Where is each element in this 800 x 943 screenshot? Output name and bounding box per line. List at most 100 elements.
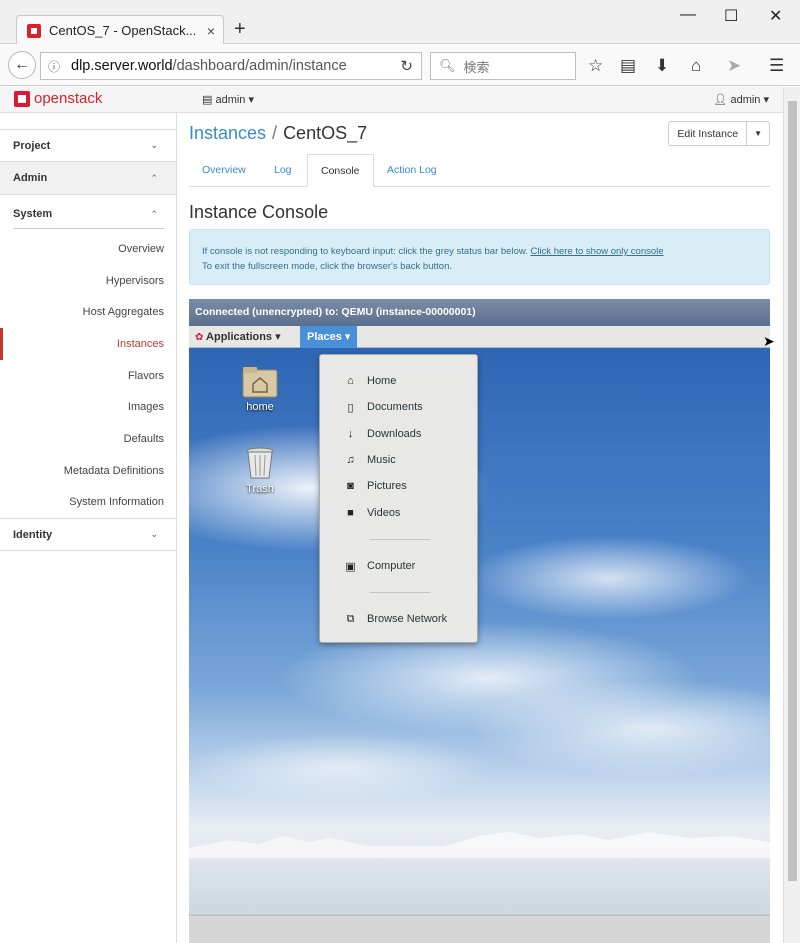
sidebar-item-images[interactable]: Images	[0, 391, 176, 423]
gnome-top-panel: ✿ Applications ▾ Places ▾	[189, 326, 770, 348]
show-only-console-link[interactable]: Click here to show only console	[530, 246, 663, 257]
home-icon: ⌂	[347, 375, 354, 387]
sidebar-section-label: Admin	[13, 172, 48, 184]
send-icon[interactable]: ➤	[727, 56, 741, 76]
menu-item-pictures[interactable]: ◙ Pictures	[344, 476, 407, 496]
browser-tab[interactable]: CentOS_7 - OpenStack... ×	[16, 15, 224, 45]
sidebar-section-project[interactable]: Project ⌄	[0, 129, 176, 162]
sidebar-item-system-information[interactable]: System Information	[0, 487, 176, 519]
desktop-home-icon[interactable]: home	[230, 366, 290, 413]
openstack-logo-text: openstack	[34, 90, 103, 107]
page-scrollbar[interactable]	[783, 87, 800, 943]
sidebar-item-metadata-definitions[interactable]: Metadata Definitions	[0, 455, 176, 487]
console-status-bar[interactable]: Connected (unencrypted) to: QEMU (instan…	[189, 299, 770, 326]
url-host: dlp.server.world	[71, 58, 173, 74]
sidebar-item-overview[interactable]: Overview	[0, 233, 176, 265]
tab-overview[interactable]: Overview	[202, 154, 246, 187]
browser-titlebar: CentOS_7 - OpenStack... × + — ☐ ✕	[0, 0, 800, 45]
breadcrumb-instances-link[interactable]: Instances	[189, 123, 266, 143]
home-icon[interactable]: ⌂	[691, 56, 701, 76]
sidebar-item-defaults[interactable]: Defaults	[0, 423, 176, 455]
sidebar-section-label: Project	[13, 139, 51, 152]
caret-down-icon[interactable]: ▼	[746, 122, 769, 145]
search-box[interactable]: 🔍︎ 検索	[430, 52, 576, 80]
tab-action-log[interactable]: Action Log	[387, 154, 437, 187]
menu-separator	[370, 592, 430, 593]
url-bar[interactable]: ⓘ dlp.server.world/dashboard/admin/insta…	[40, 52, 422, 80]
tab-close-icon[interactable]: ×	[207, 23, 215, 39]
url-text[interactable]: dlp.server.world/dashboard/admin/instanc…	[71, 58, 365, 74]
sidebar-item-hypervisors[interactable]: Hypervisors	[0, 265, 176, 297]
download-icon[interactable]: ⬇	[655, 56, 669, 76]
chevron-down-icon: ⌄	[150, 140, 158, 150]
project-selector-label: admin ▾	[215, 94, 254, 106]
menu-hamburger-icon[interactable]: ☰	[769, 56, 784, 76]
menu-item-label: Downloads	[367, 428, 422, 440]
sidebar-group-system[interactable]: System ⌃	[0, 195, 176, 233]
sidebar-item-host-aggregates[interactable]: Host Aggregates	[0, 296, 176, 328]
openstack-header: openstack ▤ admin ▾ 👤︎ admin ▾	[0, 87, 783, 113]
mountains-image	[189, 832, 770, 858]
gnome-foot-icon: ✿	[195, 332, 204, 343]
menu-item-computer[interactable]: ▣ Computer	[344, 556, 415, 576]
sidebar: Project ⌄ Admin ⌃ System ⌃ Overview Hype…	[0, 113, 177, 943]
openstack-logo-icon	[14, 90, 30, 107]
chevron-down-icon: ⌄	[150, 529, 158, 540]
browser-navbar: ← ⓘ dlp.server.world/dashboard/admin/ins…	[0, 44, 800, 86]
breadcrumb-separator: /	[272, 123, 278, 143]
menu-item-label: Computer	[367, 560, 416, 572]
maximize-icon[interactable]: ☐	[724, 6, 738, 26]
close-window-icon[interactable]: ✕	[769, 6, 782, 26]
guest-desktop[interactable]: home Trash	[189, 348, 770, 914]
console-info-alert: If console is not responding to keyboard…	[189, 229, 770, 285]
folder-icon	[242, 367, 278, 398]
sidebar-section-label: Identity	[13, 528, 53, 541]
desktop-icon-label: Trash	[246, 483, 274, 495]
applications-menu[interactable]: ✿ Applications ▾	[195, 326, 281, 348]
download-icon: ↓	[347, 428, 354, 440]
menu-item-music[interactable]: ♫ Music	[344, 450, 396, 470]
openstack-logo[interactable]: openstack	[14, 90, 102, 107]
desktop-trash-icon[interactable]: Trash	[230, 446, 290, 495]
breadcrumb: Instances / CentOS_7	[189, 123, 367, 144]
computer-icon: ▣	[345, 560, 356, 573]
sidebar-item-flavors[interactable]: Flavors	[0, 360, 176, 392]
page-title: CentOS_7	[283, 123, 368, 143]
trash-icon	[246, 447, 274, 479]
scrollbar-thumb[interactable]	[788, 101, 797, 881]
info-icon[interactable]: ⓘ	[45, 58, 63, 75]
user-menu[interactable]: 👤︎ admin ▾	[713, 93, 769, 106]
menu-item-home[interactable]: ⌂ Home	[344, 371, 396, 391]
menu-item-browse-network[interactable]: ⧉ Browse Network	[344, 609, 448, 629]
edit-instance-button[interactable]: Edit Instance	[669, 128, 746, 140]
menu-item-label: Browse Network	[367, 613, 448, 625]
instance-tabs: Overview Log Console Action Log	[189, 154, 770, 187]
openstack-favicon-icon	[27, 23, 41, 38]
menu-item-downloads[interactable]: ↓ Downloads	[344, 424, 422, 444]
menu-item-label: Music	[367, 454, 396, 466]
project-selector[interactable]: ▤ admin ▾	[202, 93, 254, 106]
minimize-icon[interactable]: —	[680, 6, 696, 24]
bookmark-star-icon[interactable]: ☆	[588, 56, 603, 76]
tab-console[interactable]: Console	[307, 154, 374, 187]
sidebar-item-instances[interactable]: Instances	[0, 328, 176, 360]
menu-item-documents[interactable]: ▯ Documents	[344, 397, 422, 417]
search-placeholder: 検索	[463, 59, 490, 75]
reload-icon[interactable]: ↻	[400, 57, 413, 75]
back-arrow-icon[interactable]: ←	[8, 51, 36, 79]
network-icon: ⧉	[346, 612, 355, 625]
new-tab-button[interactable]: +	[234, 18, 246, 41]
chevron-up-icon: ⌃	[150, 172, 158, 183]
edit-instance-button-group: Edit Instance ▼	[668, 121, 770, 146]
sidebar-section-admin[interactable]: Admin ⌃	[0, 162, 176, 195]
reading-list-icon[interactable]: ▤	[620, 56, 636, 76]
places-menu[interactable]: Places ▾	[300, 326, 358, 348]
video-icon: ■	[347, 507, 354, 519]
menu-item-label: Videos	[367, 507, 401, 519]
tab-log[interactable]: Log	[274, 154, 292, 187]
menu-item-videos[interactable]: ■ Videos	[344, 503, 400, 523]
vnc-console[interactable]: Connected (unencrypted) to: QEMU (instan…	[189, 299, 770, 943]
sidebar-section-identity[interactable]: Identity ⌄	[0, 518, 176, 552]
mouse-cursor-icon: ➤	[763, 333, 775, 349]
alert-text-line1: If console is not responding to keyboard…	[202, 246, 528, 257]
